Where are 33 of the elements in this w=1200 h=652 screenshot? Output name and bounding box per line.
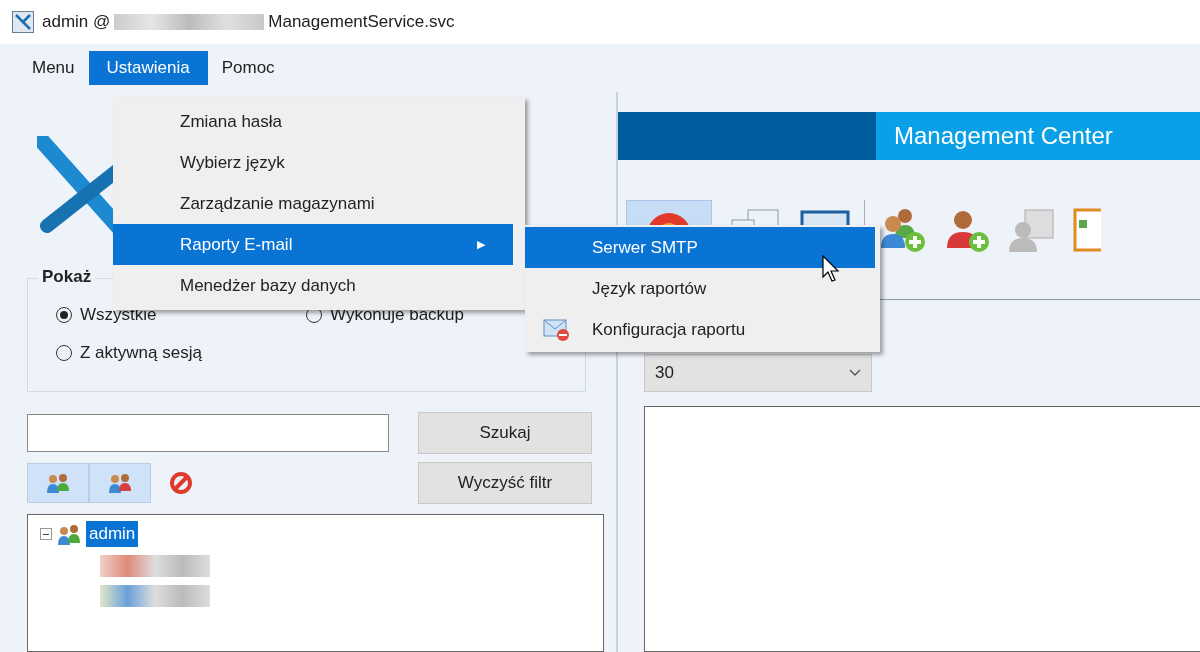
users-icon [107,471,133,495]
menu-item[interactable]: Serwer SMTP [525,227,875,268]
app-icon [12,11,34,33]
submenu-arrow: ▶ [477,238,485,251]
menu-item[interactable]: Zmiana hasła [113,101,525,142]
mouse-cursor-icon [822,255,840,283]
menu-item[interactable]: Język raportów [525,268,880,309]
banner-title: Management Center [876,112,1200,160]
radio-option[interactable]: Wszystkie [56,305,306,325]
menu-item[interactable]: Raporty E-mail ▶ [113,224,513,265]
view-toggle[interactable] [89,463,151,503]
page-size-dropdown[interactable]: 30 [644,354,872,392]
window-title: admin @ [42,12,111,32]
view-toggle[interactable] [27,463,89,503]
clear-filter-button[interactable]: Wyczyść filtr [418,462,592,504]
menu-item[interactable]: Ustawienia [88,51,208,85]
menu-item[interactable]: Wybierz język [113,142,525,183]
menu-item[interactable]: Menedżer bazy danych [113,265,525,306]
users-icon [45,471,71,495]
mail-remove-icon [543,317,571,342]
menu-item[interactable]: Menu [18,51,89,85]
chevron-down-icon [849,369,861,377]
tree-node[interactable]: admin [86,521,139,547]
group-users-icon [56,522,82,546]
prohibited-icon[interactable] [169,471,193,495]
menu-item[interactable]: Konfiguracja raportu [525,309,880,350]
radio-option[interactable]: Z aktywną sesją [56,343,306,363]
search-button[interactable]: Szukaj [418,412,592,454]
menu-item[interactable]: Pomoc [207,51,289,85]
collapse-toggle[interactable] [40,528,52,540]
window-title: ManagementService.svc [268,12,455,32]
menu-item[interactable]: Zarządzanie magazynami [113,183,525,224]
search-field[interactable] [27,414,389,452]
